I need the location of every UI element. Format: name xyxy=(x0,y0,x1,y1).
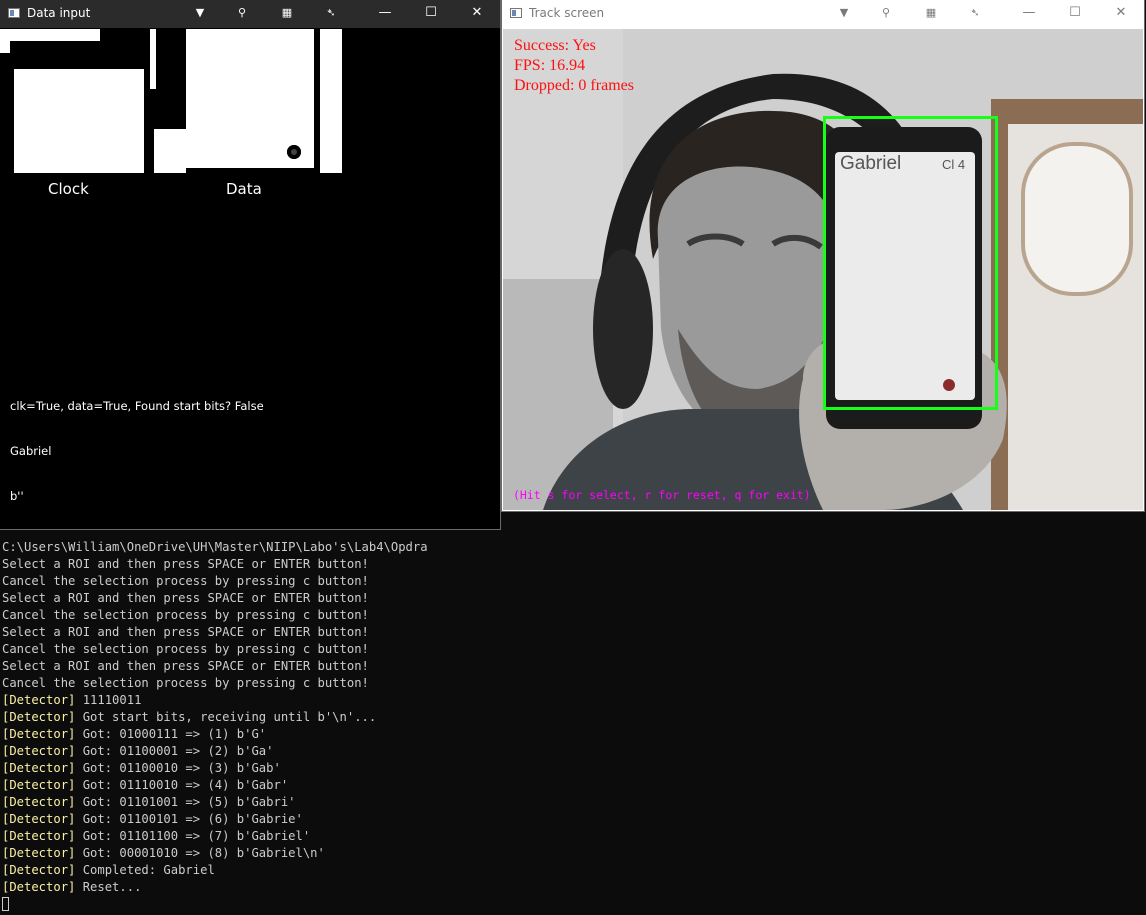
pan-icon[interactable]: ▼ xyxy=(190,4,210,22)
console-output: C:\Users\William\OneDrive\UH\Master\NIIP… xyxy=(2,539,428,913)
console-line-text: Got: 01100101 => (6) b'Gabrie' xyxy=(75,812,303,826)
grid-icon[interactable]: ▦ xyxy=(921,4,941,22)
console-line-tag: [Detector] xyxy=(2,812,76,826)
data-roi-edge xyxy=(320,29,342,173)
track-screen-window[interactable]: Track screen ▼ ⚲ ▦ ➴ — ☐ ✕ Success: Yes … xyxy=(502,0,1144,511)
pin-icon[interactable]: ➴ xyxy=(321,4,341,22)
console-line-text: 11110011 xyxy=(75,693,142,707)
console-line: Cancel the selection process by pressing… xyxy=(2,573,428,590)
window-app-icon xyxy=(8,8,20,18)
console-line-tag: [Detector] xyxy=(2,829,76,843)
console-line-tag: [Detector] xyxy=(2,795,76,809)
console-line: Select a ROI and then press SPACE or ENT… xyxy=(2,590,428,607)
console-line-text: Got: 01100010 => (3) b'Gab' xyxy=(75,761,281,775)
console-line-text: Cancel the selection process by pressing… xyxy=(2,574,369,588)
zoom-icon[interactable]: ⚲ xyxy=(876,4,896,22)
data-input-canvas[interactable]: Clock Data clk=True, data=True, Found st… xyxy=(0,29,500,529)
dropped-frames-readout: Dropped: 0 frames xyxy=(514,77,634,94)
minimize-button[interactable]: — xyxy=(1006,0,1052,28)
console-line: Select a ROI and then press SPACE or ENT… xyxy=(2,556,428,573)
console-line-text: Select a ROI and then press SPACE or ENT… xyxy=(2,659,369,673)
detector-info: clk=True, data=True, Found start bits? F… xyxy=(10,369,264,529)
console-line-tag: [Detector] xyxy=(2,710,76,724)
console-line-text: Cancel the selection process by pressing… xyxy=(2,642,369,656)
console-line-text: Select a ROI and then press SPACE or ENT… xyxy=(2,591,369,605)
detector-status-line: clk=True, data=True, Found start bits? F… xyxy=(10,399,264,413)
console-line: [Detector] 11110011 xyxy=(2,692,428,709)
data-label: Data xyxy=(226,180,262,198)
console-line: [Detector] Got: 01110010 => (4) b'Gabr' xyxy=(2,777,428,794)
text-cursor xyxy=(2,897,9,911)
data-input-window[interactable]: Data input ▼ ⚲ ▦ ➴ — ☐ ✕ Clock Data clk=… xyxy=(0,0,500,529)
console-line: C:\Users\William\OneDrive\UH\Master\NIIP… xyxy=(2,539,428,556)
clock-roi-image xyxy=(14,69,144,173)
clock-roi-edge xyxy=(0,29,100,41)
track-screen-titlebar[interactable]: Track screen ▼ ⚲ ▦ ➴ — ☐ ✕ xyxy=(502,0,1144,28)
console-line: [Detector] Completed: Gabriel xyxy=(2,862,428,879)
console-line-text: Select a ROI and then press SPACE or ENT… xyxy=(2,625,369,639)
console-line-text: Reset... xyxy=(75,880,142,894)
console-line: [Detector] Reset... xyxy=(2,879,428,896)
console-line-tag: [Detector] xyxy=(2,880,76,894)
window-title: Track screen xyxy=(529,6,605,20)
console-line-text: Cancel the selection process by pressing… xyxy=(2,608,369,622)
clock-roi-edge xyxy=(150,29,156,89)
console-line-text: C:\Users\William\OneDrive\UH\Master\NIIP… xyxy=(2,540,428,554)
maximize-button[interactable]: ☐ xyxy=(408,0,454,28)
pin-icon[interactable]: ➴ xyxy=(965,4,985,22)
window-title: Data input xyxy=(27,6,91,20)
close-button[interactable]: ✕ xyxy=(1098,0,1144,28)
pan-icon[interactable]: ▼ xyxy=(834,4,854,22)
console-prompt[interactable] xyxy=(2,896,428,913)
tracking-box xyxy=(823,116,998,410)
console-line-tag: [Detector] xyxy=(2,863,76,877)
data-roi-dot-center xyxy=(291,149,297,155)
received-text-line: Gabriel xyxy=(10,444,52,458)
data-roi-edge xyxy=(154,129,186,173)
fps-readout: FPS: 16.94 xyxy=(514,57,586,74)
buffer-line: b'' xyxy=(10,489,24,503)
console-line: [Detector] Got start bits, receiving unt… xyxy=(2,709,428,726)
console-line-text: Select a ROI and then press SPACE or ENT… xyxy=(2,557,369,571)
maximize-button[interactable]: ☐ xyxy=(1052,0,1098,28)
console-line: Select a ROI and then press SPACE or ENT… xyxy=(2,658,428,675)
console-line: [Detector] Got: 01100010 => (3) b'Gab' xyxy=(2,760,428,777)
console-line: [Detector] Got: 01101001 => (5) b'Gabri' xyxy=(2,794,428,811)
console-line: [Detector] Got: 01100101 => (6) b'Gabrie… xyxy=(2,811,428,828)
grid-icon[interactable]: ▦ xyxy=(277,4,297,22)
console-line-tag: [Detector] xyxy=(2,761,76,775)
console-line: Cancel the selection process by pressing… xyxy=(2,607,428,624)
clock-roi-edge xyxy=(0,37,10,53)
console-line-text: Got: 01101001 => (5) b'Gabri' xyxy=(75,795,296,809)
console-line: Select a ROI and then press SPACE or ENT… xyxy=(2,624,428,641)
success-readout: Success: Yes xyxy=(514,37,596,54)
console-line-text: Completed: Gabriel xyxy=(75,863,215,877)
console-line-text: Got: 01000111 => (1) b'G' xyxy=(75,727,267,741)
keyboard-hint: (Hit s for select, r for reset, q for ex… xyxy=(513,488,811,502)
console-line: [Detector] Got: 01101100 => (7) b'Gabrie… xyxy=(2,828,428,845)
console-line-text: Got: 01100001 => (2) b'Ga' xyxy=(75,744,274,758)
console-line-tag: [Detector] xyxy=(2,693,76,707)
console-line-tag: [Detector] xyxy=(2,778,76,792)
webcam-feed[interactable]: Success: Yes FPS: 16.94 Dropped: 0 frame… xyxy=(503,29,1143,510)
console-line: Cancel the selection process by pressing… xyxy=(2,641,428,658)
console-line: [Detector] Got: 01100001 => (2) b'Ga' xyxy=(2,743,428,760)
console-line: [Detector] Got: 00001010 => (8) b'Gabrie… xyxy=(2,845,428,862)
console-line-tag: [Detector] xyxy=(2,727,76,741)
console-line-text: Got: 01110010 => (4) b'Gabr' xyxy=(75,778,289,792)
console-line-text: Got start bits, receiving until b'\n'... xyxy=(75,710,377,724)
window-app-icon xyxy=(510,8,522,18)
console-line: [Detector] Got: 01000111 => (1) b'G' xyxy=(2,726,428,743)
console-line: Cancel the selection process by pressing… xyxy=(2,675,428,692)
console-line-text: Got: 01101100 => (7) b'Gabriel' xyxy=(75,829,311,843)
zoom-icon[interactable]: ⚲ xyxy=(232,4,252,22)
data-input-titlebar[interactable]: Data input ▼ ⚲ ▦ ➴ — ☐ ✕ xyxy=(0,0,500,28)
console-line-text: Got: 00001010 => (8) b'Gabriel\n' xyxy=(75,846,325,860)
minimize-button[interactable]: — xyxy=(362,0,408,28)
console-line-tag: [Detector] xyxy=(2,744,76,758)
close-button[interactable]: ✕ xyxy=(454,0,500,28)
console-line-text: Cancel the selection process by pressing… xyxy=(2,676,369,690)
clock-label: Clock xyxy=(48,180,89,198)
console-line-tag: [Detector] xyxy=(2,846,76,860)
